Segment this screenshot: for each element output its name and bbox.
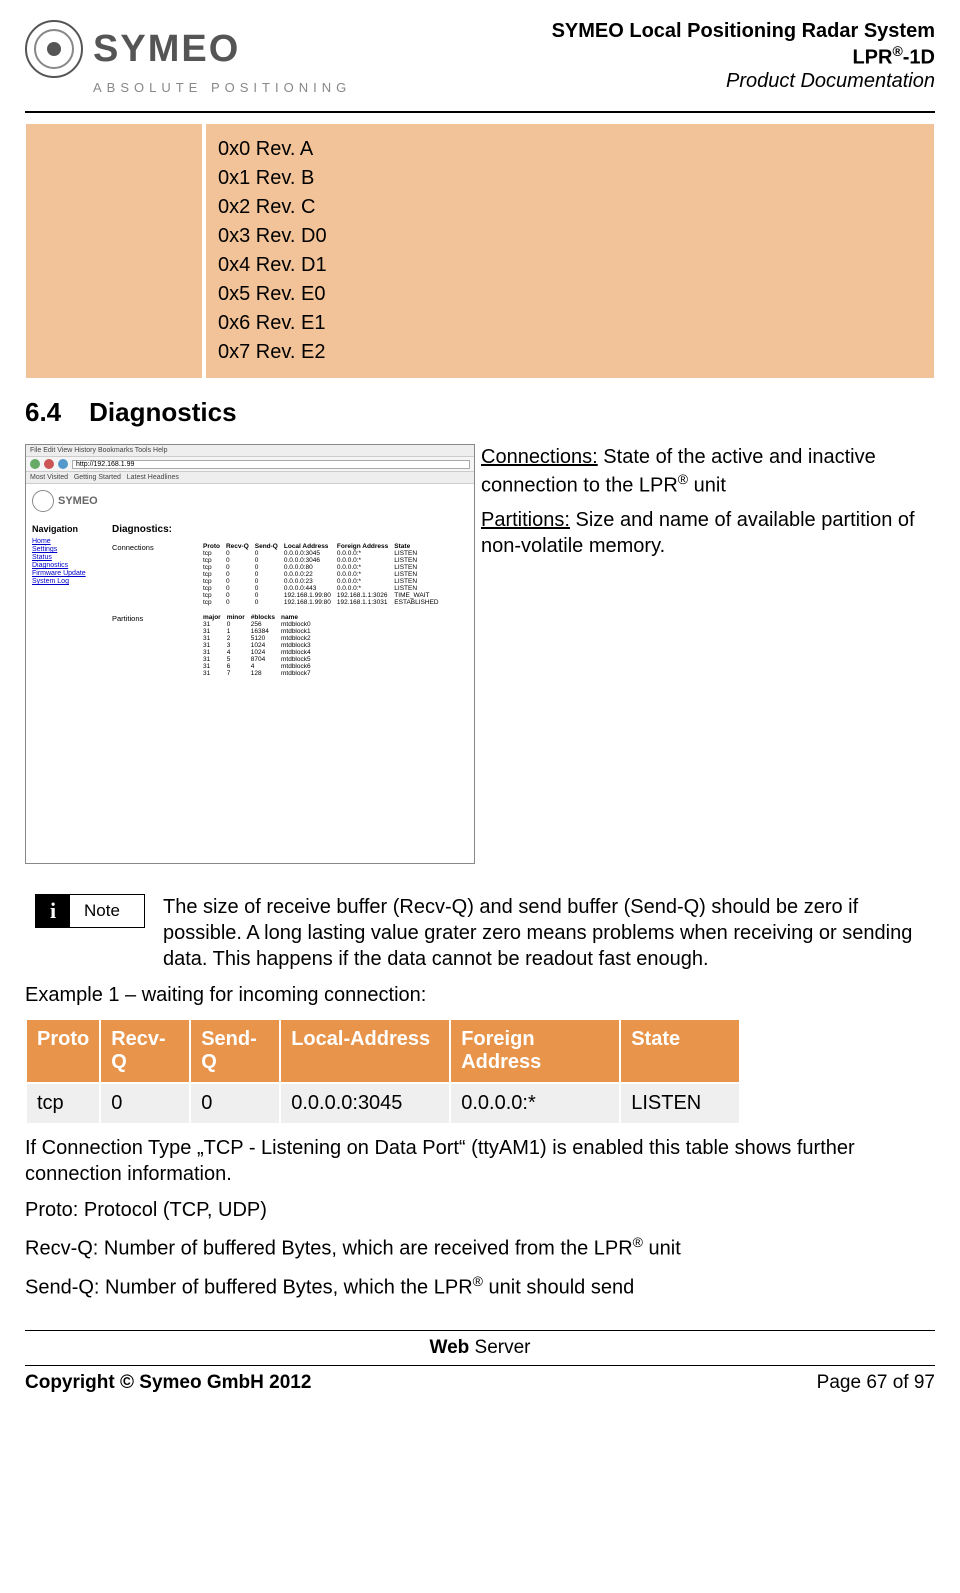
footer-divider-top xyxy=(25,1330,935,1331)
th-local: Local-Address xyxy=(280,1019,450,1083)
page-footer: Web Server Copyright © Symeo GmbH 2012 P… xyxy=(25,1330,935,1394)
ss-logo-icon xyxy=(32,490,54,512)
revision-left-cell xyxy=(25,123,205,379)
section-heading: 6.4Diagnostics xyxy=(25,397,935,428)
doc-title-line3: Product Documentation xyxy=(552,70,935,93)
ss-nav-link: Status xyxy=(32,554,100,561)
logo-block: SYMEO ABSOLUTE POSITIONING xyxy=(25,20,351,95)
note-block: i Note The size of receive buffer (Recv-… xyxy=(25,894,935,972)
diagnostics-description: Connections: State of the active and ina… xyxy=(481,444,935,864)
diagnostics-row: File Edit View History Bookmarks Tools H… xyxy=(25,444,935,864)
logo-text: SYMEO xyxy=(93,28,240,71)
page-header: SYMEO ABSOLUTE POSITIONING SYMEO Local P… xyxy=(25,20,935,105)
th-foreign: Foreign Address xyxy=(450,1019,620,1083)
after-p1: If Connection Type „TCP - Listening on D… xyxy=(25,1135,935,1187)
rev-item: 0x2 Rev. C xyxy=(218,196,922,219)
diagnostics-screenshot: File Edit View History Bookmarks Tools H… xyxy=(25,444,475,864)
page-number: Page 67 of 97 xyxy=(817,1372,935,1394)
rev-item: 0x4 Rev. D1 xyxy=(218,254,922,277)
note-label: Note xyxy=(70,895,134,927)
th-sendq: Send-Q xyxy=(190,1019,280,1083)
partitions-label: Partitions: xyxy=(481,509,570,531)
proto-table: Proto Recv-Q Send-Q Local-Address Foreig… xyxy=(25,1018,741,1125)
connections-label: Connections: xyxy=(481,446,598,468)
rev-item: 0x3 Rev. D0 xyxy=(218,225,922,248)
ss-main: Diagnostics: Connections ProtoRecv-QSend… xyxy=(106,518,474,689)
ss-addressbar: http://192.168.1.99 xyxy=(26,457,474,472)
ss-nav-link: Firmware Update xyxy=(32,570,100,577)
doc-title-line1: SYMEO Local Positioning Radar System xyxy=(552,20,935,43)
ss-url: http://192.168.1.99 xyxy=(72,460,470,469)
note-text: The size of receive buffer (Recv-Q) and … xyxy=(163,894,935,972)
revision-right-cell: 0x0 Rev. A 0x1 Rev. B 0x2 Rev. C 0x3 Rev… xyxy=(205,123,935,379)
table-row: tcp 0 0 0.0.0.0:3045 0.0.0.0:* LISTEN xyxy=(26,1083,740,1124)
doc-title-block: SYMEO Local Positioning Radar System LPR… xyxy=(552,20,935,93)
rev-item: 0x6 Rev. E1 xyxy=(218,312,922,335)
header-divider xyxy=(25,111,935,113)
footer-section-title: Web Server xyxy=(25,1337,935,1359)
ss-menubar: File Edit View History Bookmarks Tools H… xyxy=(26,445,474,457)
ss-nav-link: Diagnostics xyxy=(32,562,100,569)
info-icon: i xyxy=(36,895,70,927)
nav-reload-icon xyxy=(58,459,68,469)
after-p3: Recv-Q: Number of buffered Bytes, which … xyxy=(25,1233,935,1262)
example-caption: Example 1 – waiting for incoming connect… xyxy=(25,982,935,1008)
doc-title-line2: LPR®-1D xyxy=(552,43,935,70)
ss-logo: SYMEO xyxy=(26,484,474,518)
after-p4: Send-Q: Number of buffered Bytes, which … xyxy=(25,1272,935,1301)
rev-item: 0x0 Rev. A xyxy=(218,138,922,161)
nav-back-icon xyxy=(30,459,40,469)
footer-divider-bottom xyxy=(25,1365,935,1366)
ss-nav-link: System Log xyxy=(32,578,100,585)
logo-icon xyxy=(25,20,83,78)
rev-item: 0x5 Rev. E0 xyxy=(218,283,922,306)
ss-conn-table: ProtoRecv-QSend-QLocal AddressForeign Ad… xyxy=(200,543,442,606)
rev-item: 0x1 Rev. B xyxy=(218,167,922,190)
ss-nav-link: Settings xyxy=(32,546,100,553)
ss-nav-link: Home xyxy=(32,538,100,545)
th-proto: Proto xyxy=(26,1019,100,1083)
th-state: State xyxy=(620,1019,740,1083)
copyright: Copyright © Symeo GmbH 2012 xyxy=(25,1372,311,1394)
ss-bookmarks: Most Visited Getting Started Latest Head… xyxy=(26,472,474,484)
th-recvq: Recv-Q xyxy=(100,1019,190,1083)
revision-table: 0x0 Rev. A 0x1 Rev. B 0x2 Rev. C 0x3 Rev… xyxy=(25,123,935,379)
after-p2: Proto: Protocol (TCP, UDP) xyxy=(25,1197,935,1223)
ss-sidebar: Navigation Home Settings Status Diagnost… xyxy=(26,518,106,689)
nav-stop-icon xyxy=(44,459,54,469)
note-badge: i Note xyxy=(35,894,145,928)
ss-part-table: majorminor#blocksname310256mtdblock03111… xyxy=(200,614,314,677)
rev-item: 0x7 Rev. E2 xyxy=(218,341,922,364)
logo-subtitle: ABSOLUTE POSITIONING xyxy=(93,80,351,95)
